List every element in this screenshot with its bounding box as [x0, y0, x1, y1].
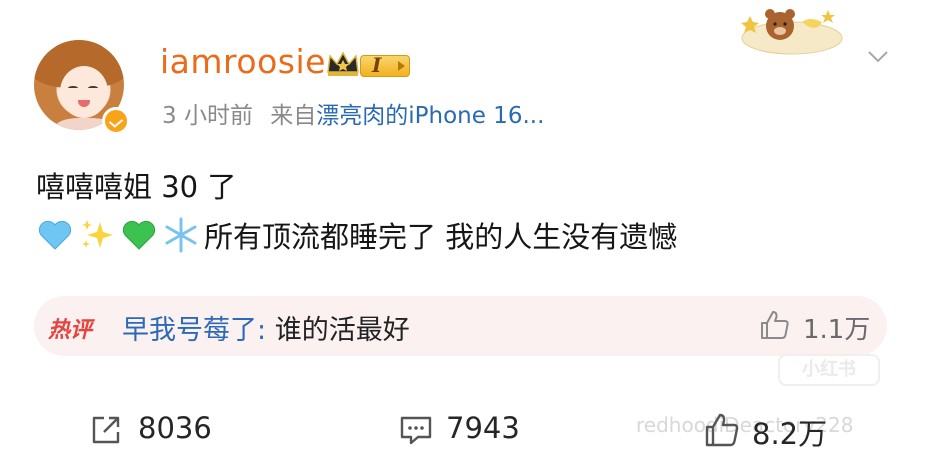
repost-icon[interactable]	[88, 412, 124, 448]
like-count[interactable]: 8.2万	[752, 411, 827, 453]
post-text-line2-text: 所有顶流都睡完了 我的人生没有遗憾	[204, 220, 678, 254]
thumbs-up-icon[interactable]	[759, 309, 791, 341]
chevron-down-icon[interactable]	[866, 44, 890, 68]
hot-comment-content[interactable]: 早我号莓了: 谁的活最好	[122, 308, 410, 347]
level-badge-label: I	[372, 53, 382, 77]
teddy-bear-sticker-icon	[741, 9, 843, 55]
timestamp: 3 小时前	[162, 103, 253, 129]
light-blue-heart-icon	[38, 220, 72, 250]
level-arrow-icon	[398, 61, 405, 71]
hot-comment-text: 谁的活最好	[266, 315, 410, 346]
source-prefix: 来自	[270, 103, 317, 129]
post-text-line1: 嘻嘻嘻姐 30 了	[36, 170, 237, 204]
username[interactable]: iamroosie	[160, 42, 326, 81]
like-icon[interactable]	[704, 412, 740, 448]
hot-comment-user[interactable]: 早我号莓了:	[122, 315, 266, 346]
comment-count[interactable]: 7943	[446, 411, 520, 445]
post-meta: 3 小时前 来自漂亮肉的iPhone 16...	[162, 96, 544, 130]
source-device-link[interactable]: 漂亮肉的iPhone 16...	[316, 103, 544, 129]
verified-badge-icon	[102, 107, 130, 135]
hot-comment-like-count: 1.1万	[803, 315, 871, 345]
comment-icon[interactable]	[398, 412, 434, 448]
post-text-line2: 所有顶流都睡完了 我的人生没有遗憾	[36, 214, 677, 256]
sparkles-icon	[82, 220, 113, 248]
watermark-badge: 小红书	[778, 354, 880, 386]
repost-count[interactable]: 8036	[138, 411, 212, 445]
crown-icon	[327, 51, 359, 76]
snowflake-icon	[165, 217, 197, 253]
green-heart-icon	[122, 220, 156, 250]
hot-comment-tag: 热评	[48, 318, 93, 343]
